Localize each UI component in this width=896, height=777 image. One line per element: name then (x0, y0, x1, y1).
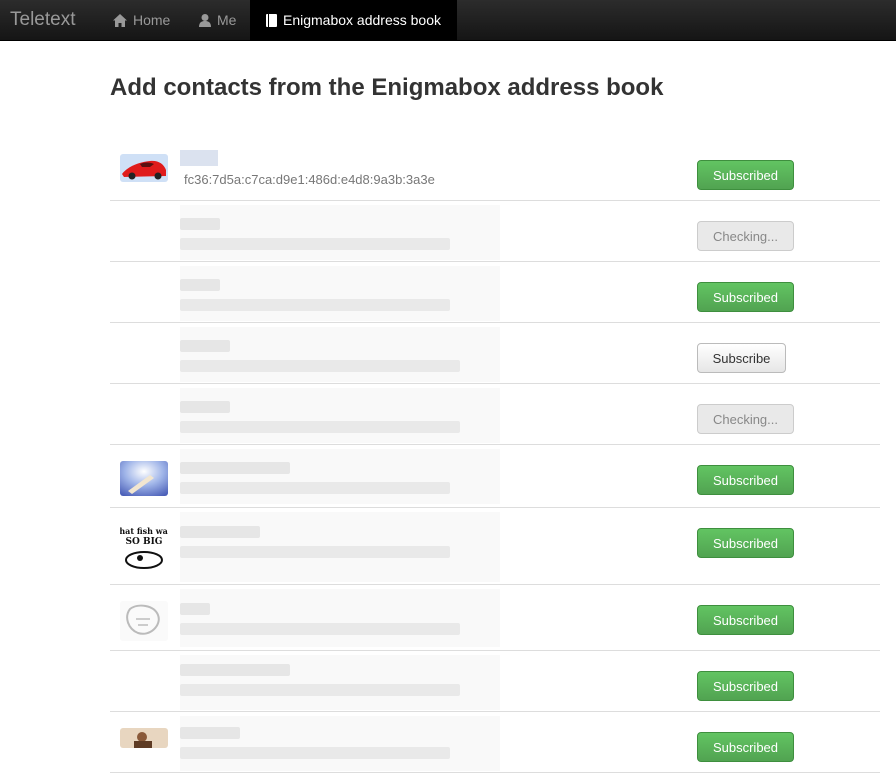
svg-text:SO BIG: SO BIG (126, 537, 163, 547)
contact-info-blurred (180, 603, 500, 635)
contact-row: fc36:7d5a:c7ca:d9e1:486d:e4d8:9a3b:3a3e … (110, 140, 880, 201)
photo-avatar (120, 728, 168, 748)
contact-address: fc36:7d5a:c7ca:d9e1:486d:e4d8:9a3b:3a3e (184, 172, 435, 187)
navbar: Teletext Home Me Enigmabox address book (0, 0, 896, 41)
contact-info-blurred (180, 218, 500, 250)
subscribed-button[interactable]: Subscribed (697, 282, 794, 312)
subscribe-button[interactable]: Subscribe (697, 343, 786, 373)
nav-home[interactable]: Home (97, 0, 183, 40)
subscribed-button[interactable]: Subscribed (697, 465, 794, 495)
contact-info-blurred (180, 664, 500, 696)
contact-row: Subscribed (110, 712, 880, 773)
contact-info-blurred (180, 401, 500, 433)
nav-me[interactable]: Me (183, 0, 250, 40)
contact-info-blurred (180, 462, 500, 494)
home-icon (113, 13, 127, 27)
subscribed-button[interactable]: Subscribed (697, 671, 794, 701)
contact-info-blurred (180, 279, 500, 311)
nav-home-label: Home (133, 12, 171, 28)
subscribed-button[interactable]: Subscribed (697, 528, 794, 558)
contact-row: Subscribed (110, 262, 880, 323)
contact-info-blurred (180, 727, 500, 759)
contact-row: Subscribe (110, 323, 880, 384)
page-title: Add contacts from the Enigmabox address … (110, 74, 664, 101)
checking-button[interactable]: Checking... (697, 221, 794, 251)
brand[interactable]: Teletext (0, 0, 97, 40)
contact-info-blurred (180, 340, 500, 372)
contact-name-blurred (180, 150, 218, 166)
nav-me-label: Me (217, 12, 237, 28)
subscribed-button[interactable]: Subscribed (697, 605, 794, 635)
contact-row: that fish was SO BIG Subscribed (110, 508, 880, 585)
book-icon (266, 13, 277, 27)
contacts-list: fc36:7d5a:c7ca:d9e1:486d:e4d8:9a3b:3a3e … (110, 140, 880, 773)
svg-text:that fish was: that fish was (120, 526, 168, 536)
user-icon (199, 13, 211, 27)
checking-button[interactable]: Checking... (697, 404, 794, 434)
nav-address-book-label: Enigmabox address book (283, 12, 441, 28)
contact-info-blurred (180, 526, 500, 558)
nav-address-book[interactable]: Enigmabox address book (250, 0, 457, 40)
contact-row: Checking... (110, 201, 880, 262)
contact-row: Subscribed (110, 585, 880, 651)
contact-row: Subscribed (110, 651, 880, 712)
sports-car-avatar (120, 154, 168, 182)
subscribed-button[interactable]: Subscribed (697, 732, 794, 762)
fish-cartoon-avatar: that fish was SO BIG (120, 522, 168, 574)
sky-avatar (120, 461, 168, 496)
subscribed-button[interactable]: Subscribed (697, 160, 794, 190)
contact-row: Checking... (110, 384, 880, 445)
sketch-avatar (120, 601, 168, 641)
contact-row: Subscribed (110, 445, 880, 508)
